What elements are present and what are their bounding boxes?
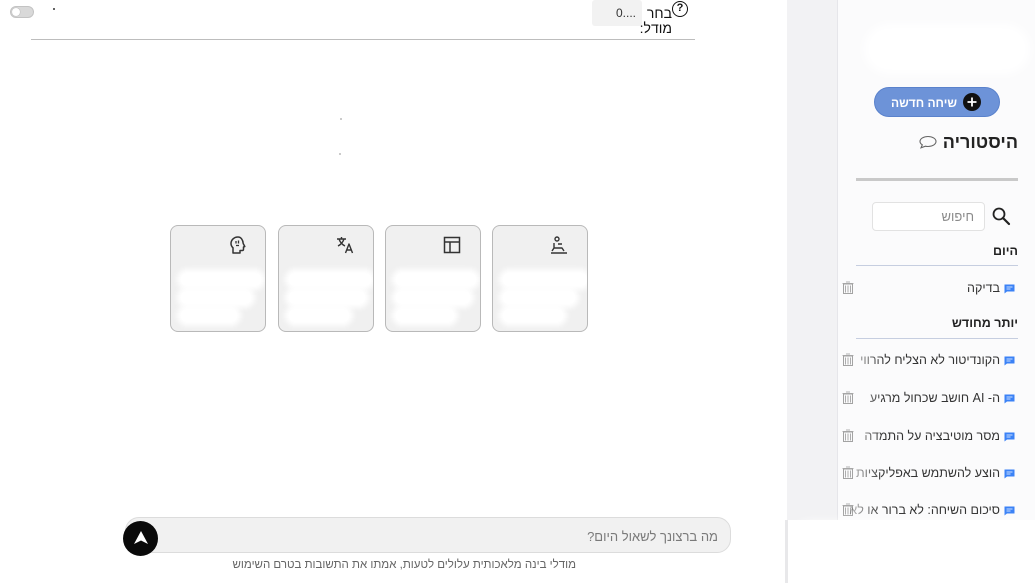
message-icon [1004,506,1015,516]
translate-icon [337,237,354,254]
chat-bubble-icon [919,135,937,149]
history-item-title: סיכום השיחה: לא ברור או לא [849,503,1000,517]
history-item[interactable]: הקונדיטור לא הצליח להרווי [840,351,1020,371]
history-item[interactable]: ה- AI חושב שכחול מרגיע [840,389,1020,409]
sidebar-edge [785,520,788,583]
decorative-dot [53,8,55,10]
history-item-title: ה- AI חושב שכחול מרגיע [869,391,1000,405]
search-box [872,202,985,231]
section-rule [856,338,1018,339]
table-icon [443,236,461,254]
search-icon[interactable] [991,206,1011,226]
history-item-title: בדיקה [967,281,1000,295]
user-profile-blurred [785,520,1035,583]
disclaimer-text: מודלי בינה מלאכותית עלולים לטעות, אמתו א… [232,559,576,571]
section-label-older: יותר מחודש [951,316,1018,330]
new-chat-label: שיחה חדשה [890,96,957,110]
card-text-blurred [503,268,587,322]
send-arrow-icon [134,531,148,544]
model-label: בחר מודל: [639,5,672,36]
main-panel: 0.... בחר מודל: ? מה ברצונך לשאול היום? … [0,0,787,583]
theme-toggle[interactable] [10,6,34,18]
toggle-knob [12,8,20,16]
suggestion-card[interactable] [385,225,481,332]
history-item[interactable]: הוצע להשתמש באפליקציות [840,464,1020,484]
chair-icon [551,236,567,254]
send-button[interactable] [123,521,158,556]
message-icon [1004,356,1015,366]
app-window: 0.... בחר מודל: ? מה ברצונך לשאול היום? … [0,0,1035,583]
chat-input-box [125,517,731,553]
section-rule [856,265,1018,266]
history-item[interactable]: בדיקה [840,279,1020,299]
message-icon [1004,432,1015,442]
message-icon [1004,394,1015,404]
sidebar-gutter [787,0,837,520]
plus-icon [963,93,981,111]
suggestion-card[interactable] [170,225,266,332]
brain-head-icon [230,236,246,254]
search-input[interactable] [873,203,984,230]
message-icon [1004,284,1015,294]
new-chat-button[interactable]: שיחה חדשה [874,87,1000,117]
suggestion-card[interactable] [492,225,588,332]
suggestion-cards [170,225,590,333]
history-item[interactable]: סיכום השיחה: לא ברור או לא [840,501,1020,521]
card-text-blurred [181,268,265,322]
sidebar-divider [856,178,1018,181]
chat-input[interactable] [198,527,718,545]
card-text-blurred [396,268,480,322]
suggestion-card[interactable] [278,225,374,332]
help-icon[interactable]: ? [672,1,688,17]
history-item[interactable]: מסר מוטיבציה על התמדה [840,427,1020,447]
history-item-title: הוצע להשתמש באפליקציות [856,466,1000,480]
model-select[interactable]: 0.... [592,0,642,26]
logo-blurred [866,28,1028,72]
history-item-title: הקונדיטור לא הצליח להרווי [860,353,1000,367]
history-title: היסטוריה [942,132,1018,152]
decorative-dot [339,153,341,155]
decorative-dot [340,118,342,120]
header-divider [31,39,695,40]
message-icon [1004,469,1015,479]
card-text-blurred [289,268,373,322]
section-label-today: היום [993,244,1018,258]
history-item-title: מסר מוטיבציה על התמדה [864,429,1000,443]
